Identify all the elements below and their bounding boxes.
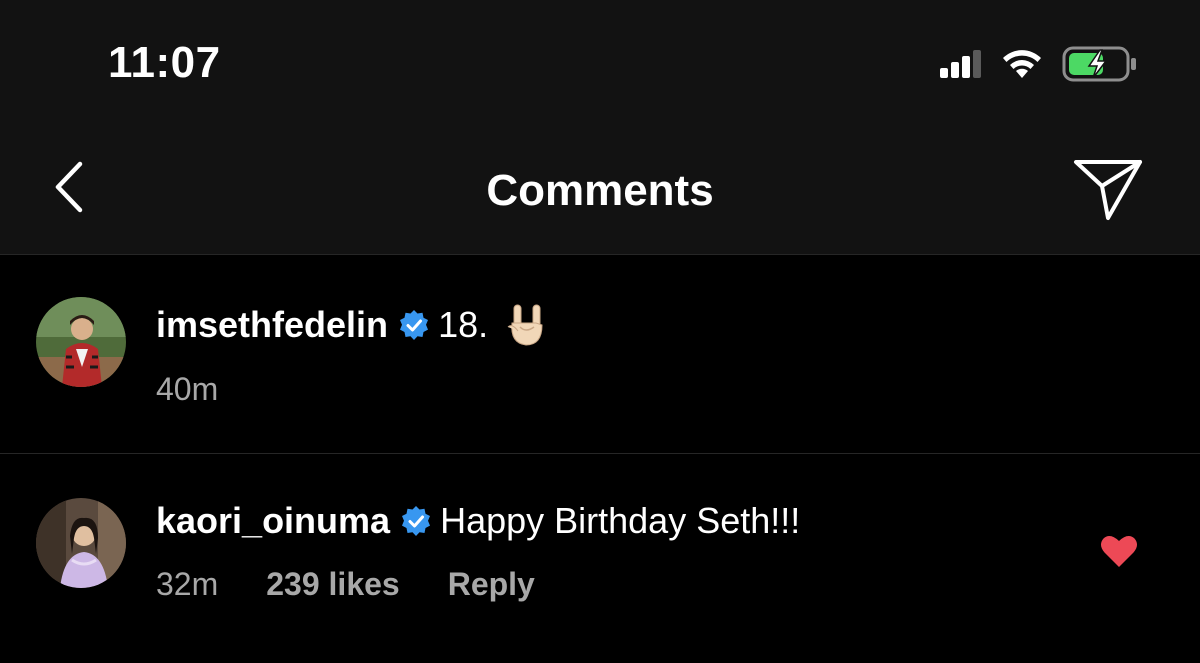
likes-count[interactable]: 239 likes [266, 566, 399, 603]
comment-text: 18. [438, 304, 489, 345]
reply-button[interactable]: Reply [448, 566, 535, 603]
heart-icon[interactable] [1100, 534, 1138, 568]
verified-badge-icon [402, 506, 431, 536]
comment-item: imsethfedelin 18. 40m [0, 255, 1200, 453]
comment-time: 40m [156, 371, 219, 407]
share-button[interactable] [1072, 156, 1144, 222]
comment-time: 32m [156, 566, 219, 602]
status-time: 11:07 [108, 38, 221, 87]
sign-of-horns-emoji-icon [507, 304, 543, 346]
comment-line: kaori_oinuma Happy Birthday Seth!!! [156, 500, 800, 542]
wifi-icon [1003, 50, 1041, 78]
username[interactable]: imsethfedelin [156, 304, 388, 346]
verified-badge-icon [400, 310, 429, 340]
comment-meta: 32m 239 likes Reply [156, 566, 535, 603]
avatar[interactable] [36, 297, 126, 387]
comment-meta: 40m [156, 371, 218, 408]
comment-text: Happy Birthday Seth!!! [440, 500, 801, 541]
comments-screen: 11:07 Comments imsethfedelin 18. 40m kao… [0, 0, 1200, 663]
paper-plane-icon [1074, 160, 1142, 220]
comment-item: kaori_oinuma Happy Birthday Seth!!! 32m … [0, 454, 1200, 663]
status-bar: 11:07 [0, 0, 1200, 120]
battery-charging-icon [1062, 46, 1136, 82]
header: Comments [0, 120, 1200, 255]
comment-line: imsethfedelin 18. [156, 303, 546, 347]
avatar[interactable] [36, 498, 126, 588]
status-icons [940, 44, 1138, 84]
signal-icon [940, 50, 981, 78]
page-title: Comments [486, 166, 714, 215]
avatar-image [36, 498, 126, 588]
username[interactable]: kaori_oinuma [156, 500, 390, 542]
avatar-image [36, 297, 126, 387]
